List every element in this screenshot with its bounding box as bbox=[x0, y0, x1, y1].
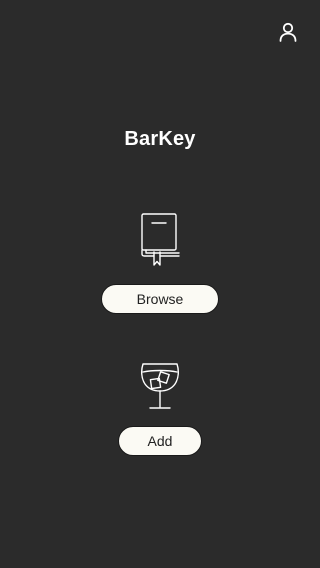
profile-button[interactable] bbox=[276, 20, 300, 44]
browse-section: Browse bbox=[0, 208, 320, 314]
user-icon bbox=[279, 22, 297, 42]
add-button[interactable]: Add bbox=[118, 426, 202, 456]
add-section: Add bbox=[0, 356, 320, 456]
home-screen: BarKey Browse Add bbox=[0, 0, 320, 568]
wine-glass-ice-icon bbox=[140, 363, 180, 409]
browse-icon-wrap bbox=[130, 208, 190, 268]
browse-button[interactable]: Browse bbox=[101, 284, 219, 314]
add-icon-wrap bbox=[130, 356, 190, 416]
book-icon bbox=[141, 213, 180, 266]
app-title: BarKey bbox=[124, 128, 196, 150]
